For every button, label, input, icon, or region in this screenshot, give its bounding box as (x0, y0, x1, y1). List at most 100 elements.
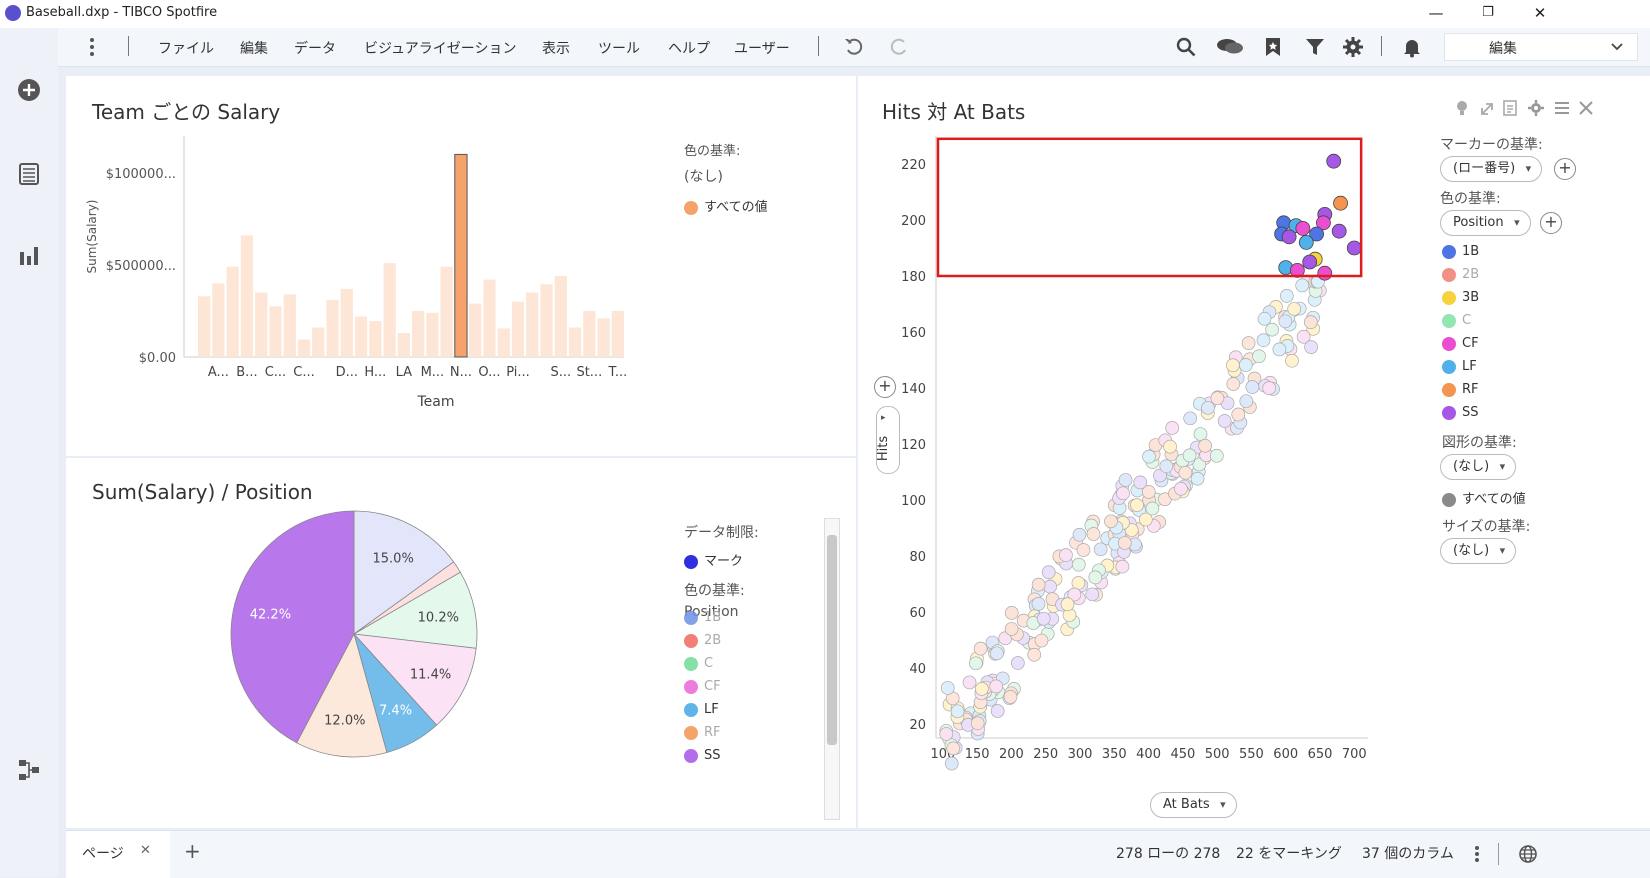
scatter-point[interactable] (1210, 391, 1225, 405)
scatter-point[interactable] (1231, 407, 1246, 422)
scatter-point[interactable] (1241, 336, 1256, 350)
scatter-point[interactable] (1085, 587, 1100, 602)
scatter-point[interactable] (1031, 577, 1046, 592)
scatter-point[interactable] (973, 641, 988, 656)
scatter-point[interactable] (990, 646, 1004, 661)
bar-7[interactable] (297, 339, 311, 357)
scatter-marked-point-RF[interactable] (1333, 195, 1348, 211)
maximize-icon[interactable] (1481, 103, 1493, 115)
add-color-by-button[interactable]: + (1540, 212, 1562, 234)
bar-0[interactable] (198, 296, 211, 357)
scatter-point[interactable] (1272, 342, 1287, 357)
y-axis-selector[interactable]: ▸ Hits (876, 406, 900, 474)
scatter-point[interactable] (1115, 559, 1130, 574)
scatter-point[interactable] (990, 704, 1005, 718)
scatter-point[interactable] (1072, 527, 1087, 542)
bar-11[interactable] (354, 316, 368, 357)
scatter-point[interactable] (1226, 377, 1241, 391)
filter-icon[interactable] (1304, 36, 1326, 58)
bar-20[interactable] (483, 279, 496, 357)
scatter-legend-item-1B[interactable]: 1B (1442, 244, 1479, 259)
bar-chart-plot[interactable]: $0.00 $500000... $100000... A... B... C... C..… (66, 136, 686, 436)
scatter-marked-point-SS[interactable] (1281, 229, 1297, 245)
legend-list-icon[interactable] (1555, 102, 1569, 114)
add-axis-button[interactable]: + (874, 376, 896, 398)
scatter-point[interactable] (1088, 570, 1103, 585)
bar-9[interactable] (326, 299, 339, 357)
close-window-button[interactable]: ✕ (1520, 2, 1560, 24)
scatter-point[interactable] (1193, 427, 1208, 441)
scatter-point[interactable] (1262, 381, 1277, 395)
bar-28[interactable] (597, 318, 610, 357)
bar-8[interactable] (312, 327, 325, 357)
scatter-legend-item-SS[interactable]: SS (1442, 405, 1479, 420)
scatter-point[interactable] (1034, 633, 1049, 648)
pie-legend-item-2B[interactable]: 2B (684, 633, 721, 648)
mark-limit-item[interactable]: マーク (684, 550, 743, 569)
bar-25[interactable] (554, 275, 567, 357)
scatter-point[interactable] (1182, 448, 1197, 463)
pie-legend-scrollbar[interactable] (824, 518, 840, 820)
scatter-point[interactable] (1060, 597, 1075, 612)
restore-button[interactable]: ❐ (1468, 2, 1508, 24)
menu-data[interactable]: データ (294, 38, 336, 58)
bar-14[interactable] (397, 333, 410, 357)
scatter-point[interactable] (1104, 514, 1118, 529)
scatter-point[interactable] (1279, 289, 1294, 303)
bar-12[interactable] (369, 321, 382, 357)
more-vertical-icon[interactable] (88, 37, 96, 57)
mode-dropdown[interactable]: 編集 (1444, 33, 1638, 61)
bar-18[interactable] (454, 153, 468, 358)
bar-10[interactable] (340, 288, 353, 357)
bar-17[interactable] (440, 266, 453, 357)
scatter-point[interactable] (1265, 322, 1279, 337)
pie-legend-item-SS[interactable]: SS (684, 748, 721, 763)
scatter-point[interactable] (1174, 481, 1188, 496)
scatter-marked-point-SS[interactable] (1302, 254, 1318, 270)
menu-help[interactable]: ヘルプ (668, 38, 710, 58)
scatter-plot-area[interactable]: 20406080100120140160180200220100 150 200 25… (858, 126, 1388, 776)
scatter-legend-item-C[interactable]: C (1442, 313, 1471, 328)
scatter-point[interactable] (1003, 690, 1018, 704)
bar-2[interactable] (226, 266, 239, 357)
bar-3[interactable] (240, 235, 254, 357)
scatter-marked-point-SS[interactable] (1331, 223, 1347, 239)
scatter-point[interactable] (1163, 439, 1177, 454)
redo-icon[interactable] (888, 36, 910, 58)
scatter-point[interactable] (1142, 449, 1156, 464)
scatter-marked-point-CF[interactable] (1317, 265, 1333, 281)
scatter-marked-point-LF[interactable] (1298, 235, 1314, 250)
comments-icon[interactable] (1216, 36, 1244, 58)
bar-1[interactable] (212, 283, 225, 357)
scatter-point[interactable] (1117, 536, 1132, 550)
bar-5[interactable] (269, 306, 282, 357)
scatter-point[interactable] (1252, 349, 1266, 364)
pie-legend-item-LF[interactable]: LF (684, 702, 719, 717)
scatter-point[interactable] (1257, 311, 1272, 326)
gear-icon[interactable] (1342, 36, 1364, 58)
scatter-point[interactable] (1295, 278, 1310, 293)
size-by-dropdown[interactable]: (なし) (1440, 538, 1517, 564)
minimize-button[interactable]: — (1416, 2, 1456, 24)
notification-bell-icon[interactable] (1401, 36, 1423, 58)
page-tab[interactable]: ページ ✕ (66, 831, 170, 878)
scatter-point[interactable] (989, 679, 1004, 694)
undo-icon[interactable] (843, 36, 865, 58)
scatter-point[interactable] (1004, 622, 1019, 636)
scatter-point[interactable] (944, 756, 959, 771)
scatter-point[interactable] (1071, 576, 1086, 590)
scatter-point[interactable] (1031, 597, 1046, 611)
scatter-legend-item-RF[interactable]: RF (1442, 382, 1479, 397)
scatter-legend-item-LF[interactable]: LF (1442, 359, 1477, 374)
add-marker-by-button[interactable]: + (1554, 158, 1576, 180)
scatter-point[interactable] (962, 675, 977, 690)
scatter-point[interactable] (1093, 542, 1108, 557)
scatter-point[interactable] (1238, 358, 1253, 372)
scatter-point[interactable] (1004, 606, 1019, 620)
scatter-point[interactable] (946, 741, 961, 756)
scatter-point[interactable] (1285, 353, 1299, 368)
scatter-point[interactable] (1130, 498, 1144, 512)
status-more-icon[interactable] (1474, 845, 1480, 863)
data-table-icon[interactable] (17, 162, 41, 186)
scatter-point[interactable] (1303, 315, 1318, 329)
